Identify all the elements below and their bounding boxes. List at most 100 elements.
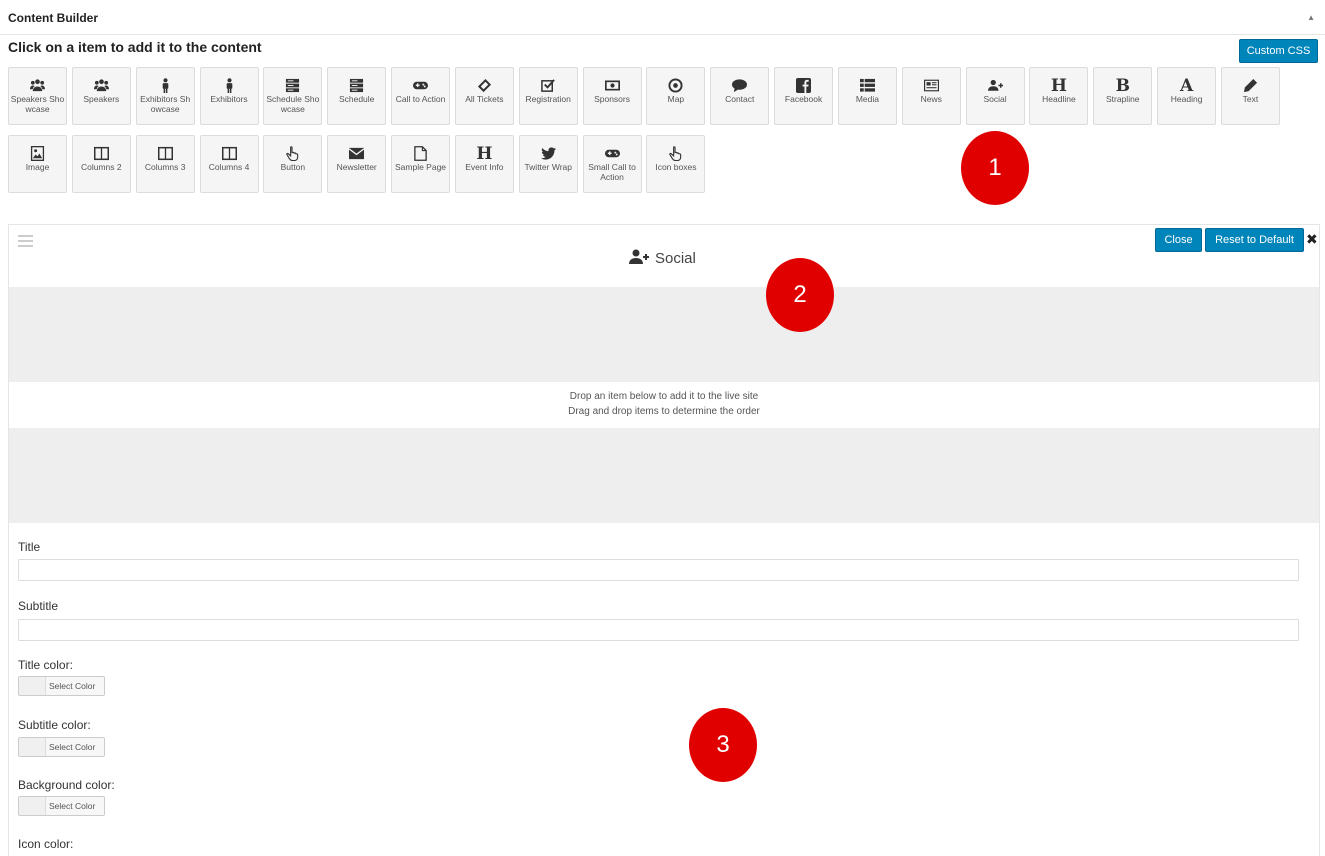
palette-item-registration[interactable]: Registration [518,67,578,125]
palette-item-strapline[interactable]: B Strapline [1093,67,1153,125]
palette-item-label: Icon boxes [655,162,697,172]
header-icon: H [476,144,493,164]
subtitle-input[interactable] [18,619,1299,641]
palette-item-icon-boxes[interactable]: Icon boxes [646,135,706,193]
palette-item-twitter-wrap[interactable]: Twitter Wrap [518,135,578,193]
palette-item-facebook[interactable]: Facebook [774,67,834,125]
palette-item-newsletter[interactable]: Newsletter [327,135,387,193]
palette-item-sample-page[interactable]: Sample Page [391,135,451,193]
drop-instruction-1: Drop an item below to add it to the live… [569,391,759,402]
palette-item-label: Call to Action [395,94,446,104]
collapse-toggle-icon[interactable]: ▲ [1307,13,1315,22]
icon-color-label: Icon color: [18,837,74,851]
server-icon [328,68,385,94]
color-swatch [19,738,46,756]
palette-item-headline[interactable]: H Headline [1029,67,1089,125]
palette-item-label: Media [855,94,879,104]
palette-item-columns-3[interactable]: Columns 3 [135,135,195,193]
marker-3: 3 [689,708,757,782]
user-plus-icon [629,249,649,264]
columns-icon [73,136,130,162]
gamepad-icon [584,136,641,162]
image-icon [9,136,66,162]
pencil-icon [1222,68,1279,94]
palette-item-exhibitors-sh-owcase[interactable]: Exhibitors Sh owcase [135,67,195,125]
palette-item-label: Contact [725,94,755,104]
palette-item-map[interactable]: Map [646,67,706,125]
palette-item-small-call-to-action[interactable]: Small Call to Action [582,135,642,193]
newspaper-icon [903,68,960,94]
close-button[interactable]: Close [1155,228,1202,252]
panel-title: Content Builder [8,11,98,25]
palette-item-schedule[interactable]: Schedule [327,67,387,125]
drop-zone-bottom[interactable] [9,428,1319,523]
palette-item-call-to-action[interactable]: Call to Action [391,67,451,125]
select-color-text: Select Color [49,681,96,691]
palette-item-label: Heading [1170,94,1203,104]
users-icon [73,68,130,94]
subtitle-color-label: Subtitle color: [18,718,91,732]
palette-item-label: Map [667,94,685,104]
palette-item-label: Headline [1042,94,1076,104]
palette-item-speakers[interactable]: Speakers [71,67,131,125]
palette-item-label: Newsletter [336,162,377,172]
palette-item-speakers-sho-wcase[interactable]: Speakers Sho wcase [8,67,67,125]
palette-item-social[interactable]: Social [965,67,1025,125]
palette-item-label: Columns 3 [144,162,186,172]
title-input[interactable] [18,559,1299,581]
color-swatch [19,797,46,815]
palette-item-event-info[interactable]: H Event Info [454,135,514,193]
columns-icon [137,136,194,162]
reset-to-default-button[interactable]: Reset to Default [1205,228,1304,252]
palette-item-text[interactable]: Text [1220,67,1280,125]
social-section: Close Reset to Default ✖ Social Drop an … [8,224,1320,856]
checkbox-icon [520,68,577,94]
palette-item-button[interactable]: Button [263,135,323,193]
palette-item-schedule-sho-wcase[interactable]: Schedule Sho wcase [263,67,323,125]
palette-item-label: Schedule Sho wcase [266,94,320,114]
bold-icon: B [1115,76,1130,96]
background-color-label: Background color: [18,778,115,792]
custom-css-button[interactable]: Custom CSS [1239,39,1318,63]
panel-header: Content Builder ▲ [0,0,1325,35]
section-title-text: Social [655,250,696,267]
palette-item-sponsors[interactable]: Sponsors [582,67,642,125]
background-color-picker[interactable]: Select Color [18,796,105,816]
remove-section-icon[interactable]: ✖ [1306,231,1318,248]
palette-item-label: Speakers [83,94,120,104]
palette-item-all-tickets[interactable]: All Tickets [454,67,514,125]
palette-item-image[interactable]: Image [8,135,67,193]
palette-item-label: Sample Page [395,162,447,172]
palette-item-news[interactable]: News [901,67,961,125]
drag-handle-icon[interactable] [18,235,33,250]
server-icon [264,68,321,94]
palette-item-label: Facebook [784,94,823,104]
ticket-icon [456,68,513,94]
comment-icon [711,68,768,94]
subtitle-color-picker[interactable]: Select Color [18,737,105,757]
palette-item-label: Strapline [1105,94,1140,104]
palette-item-heading[interactable]: A Heading [1157,67,1217,125]
palette-item-media[interactable]: Media [837,67,897,125]
facebook-icon [775,68,832,94]
envelope-icon [328,136,385,162]
header-icon: H [1050,76,1067,96]
list-icon [839,68,896,94]
palette-item-exhibitors[interactable]: Exhibitors [199,67,259,125]
palette-item-columns-2[interactable]: Columns 2 [71,135,131,193]
instruction-text: Click on a item to add it to the content [8,39,262,55]
title-label: Title [18,540,41,554]
palette-item-label: Exhibitors [210,94,248,104]
palette-item-contact[interactable]: Contact [710,67,770,125]
palette-item-label: Columns 4 [208,162,250,172]
drop-zone-top[interactable] [9,287,1319,382]
title-color-picker[interactable]: Select Color [18,676,105,696]
palette-item-label: Event Info [465,162,504,172]
palette-item-label: Small Call to Action [588,162,636,182]
palette-item-label: News [920,94,942,104]
columns-icon [201,136,258,162]
palette-item-columns-4[interactable]: Columns 4 [199,135,259,193]
user-plus-icon [967,68,1024,94]
twitter-icon [520,136,577,162]
person-icon [201,68,258,94]
